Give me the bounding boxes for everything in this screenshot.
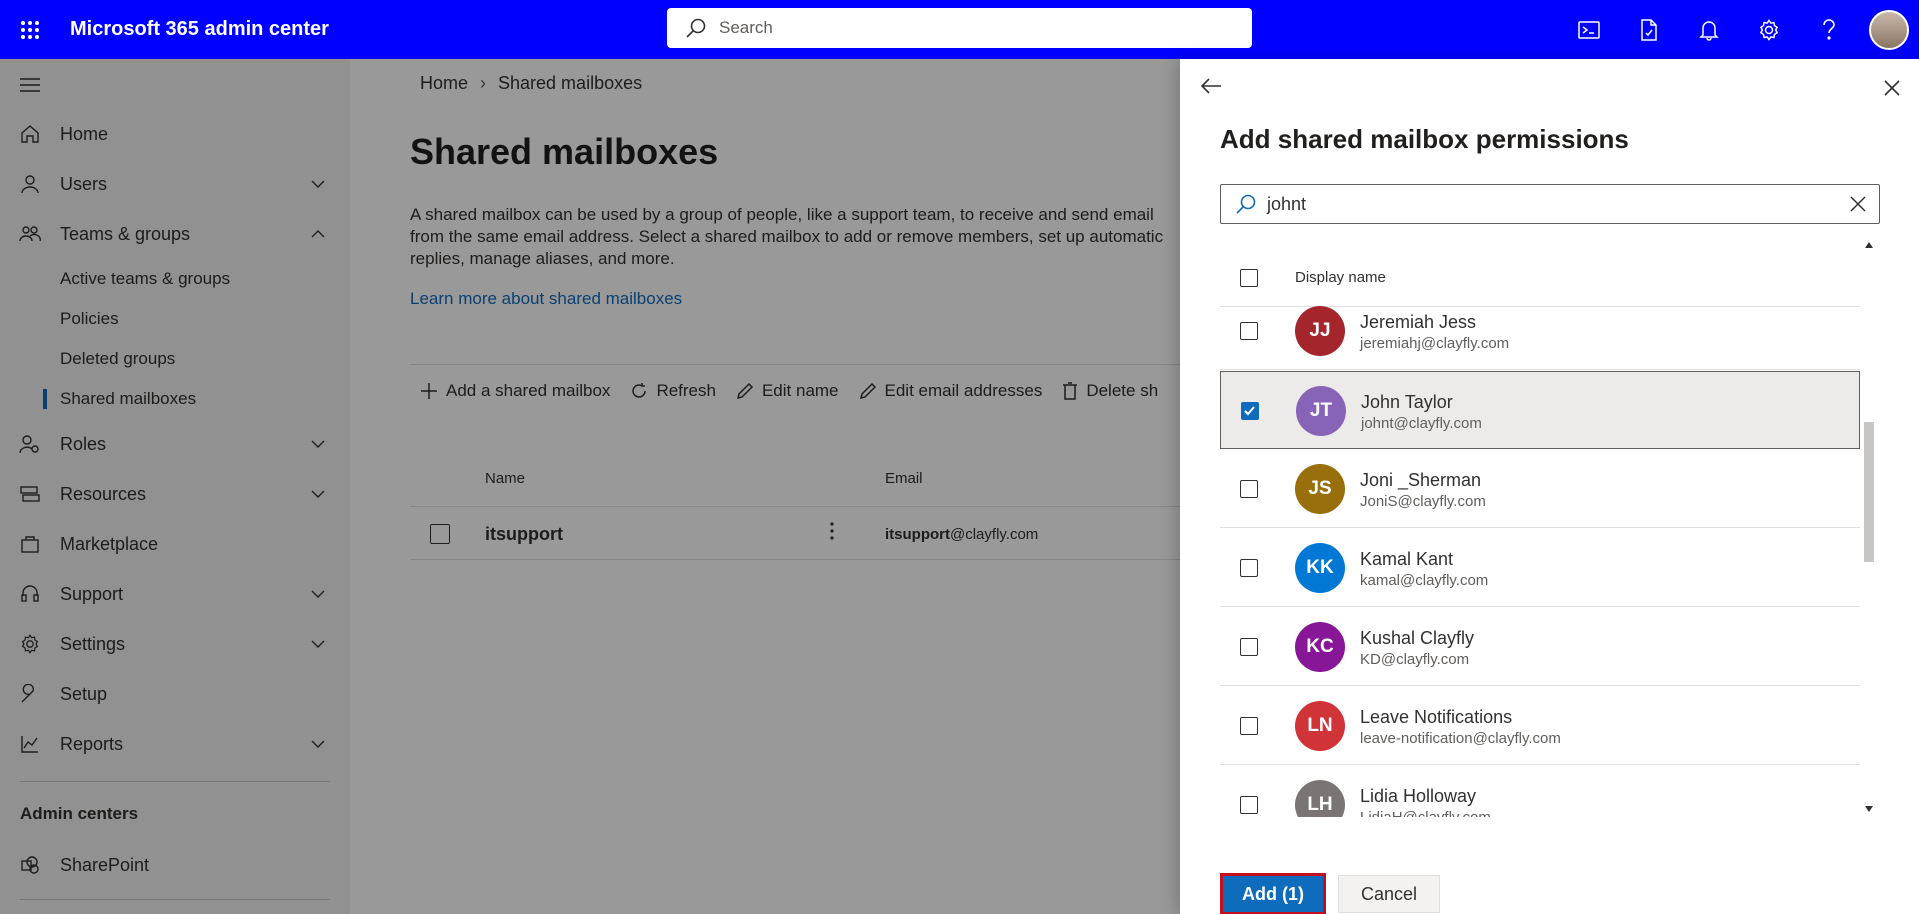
user-email: johnt@clayfly.com (1361, 415, 1482, 432)
user-avatar: KK (1295, 543, 1345, 593)
user-row[interactable]: JJ Jeremiah Jess jeremiahj@clayfly.com (1220, 292, 1860, 370)
app-title[interactable]: Microsoft 365 admin center (70, 18, 329, 41)
user-display-name: Jeremiah Jess (1360, 312, 1477, 332)
user-checkbox[interactable] (1240, 796, 1258, 814)
member-search-input[interactable]: johnt (1220, 184, 1880, 224)
search-icon (1236, 194, 1256, 214)
user-checkbox[interactable] (1240, 322, 1258, 340)
user-avatar: LH (1295, 780, 1345, 817)
user-avatar: KC (1295, 622, 1345, 672)
user-email: kamal@clayfly.com (1360, 572, 1489, 589)
modal-overlay[interactable] (350, 59, 1180, 914)
user-display-name: Kushal Clayfly (1360, 628, 1475, 648)
document-icon[interactable] (1619, 0, 1679, 59)
user-email: KD@clayfly.com (1360, 651, 1470, 668)
search-value: johnt (1267, 193, 1307, 214)
app-launcher-icon[interactable] (0, 0, 59, 59)
global-search-input[interactable]: Search (667, 8, 1252, 48)
checkmark-icon (1244, 406, 1255, 416)
scrollbar-thumb[interactable] (1864, 422, 1874, 562)
user-checkbox[interactable] (1240, 717, 1258, 735)
user-checkbox[interactable] (1240, 559, 1258, 577)
user-email: jeremiahj@clayfly.com (1360, 335, 1510, 352)
search-icon (686, 18, 706, 38)
user-email: LidiaH@clayfly.com (1360, 809, 1491, 817)
column-header-display-name[interactable]: Display name (1295, 269, 1386, 286)
search-placeholder: Search (719, 18, 773, 37)
back-arrow-icon[interactable] (1200, 77, 1222, 100)
user-row[interactable]: LH Lidia Holloway LidiaH@clayfly.com (1220, 766, 1860, 817)
close-icon[interactable] (1883, 79, 1901, 102)
modal-overlay[interactable] (0, 59, 350, 914)
user-display-name: John Taylor (1361, 392, 1453, 412)
user-row[interactable]: JT John Taylor johnt@clayfly.com (1220, 371, 1860, 449)
scroll-down-arrow-icon[interactable] (1864, 805, 1874, 813)
cancel-button[interactable]: Cancel (1338, 875, 1440, 913)
user-display-name: Joni _Sherman (1360, 470, 1482, 490)
user-avatar: LN (1295, 701, 1345, 751)
user-avatar[interactable] (1869, 9, 1909, 50)
user-row[interactable]: KC Kushal Clayfly KD@clayfly.com (1220, 608, 1860, 686)
scroll-up-arrow-icon[interactable] (1864, 241, 1874, 249)
add-permissions-panel: Add shared mailbox permissions johnt Dis… (1180, 59, 1919, 914)
user-avatar: JT (1296, 386, 1346, 436)
user-email: JoniS@clayfly.com (1360, 493, 1486, 510)
user-avatar: JJ (1295, 306, 1345, 356)
user-row[interactable]: KK Kamal Kant kamal@clayfly.com (1220, 529, 1860, 607)
help-icon[interactable] (1799, 0, 1859, 59)
terminal-icon[interactable] (1559, 0, 1619, 59)
clear-search-icon[interactable] (1849, 195, 1867, 218)
add-button[interactable]: Add (1) (1220, 873, 1326, 914)
user-row[interactable]: JS Joni _Sherman JoniS@clayfly.com (1220, 450, 1860, 528)
panel-title: Add shared mailbox permissions (1220, 124, 1629, 154)
user-display-name: Lidia Holloway (1360, 786, 1477, 806)
list-scrollbar[interactable] (1860, 237, 1878, 817)
gear-icon[interactable] (1739, 0, 1799, 59)
bell-icon[interactable] (1679, 0, 1739, 59)
user-list: Display name JJ Jeremiah Jess jeremiahj@cl… (1220, 237, 1860, 817)
user-checkbox[interactable] (1241, 402, 1259, 420)
user-email: leave-notification@clayfly.com (1360, 730, 1561, 747)
user-avatar: JS (1295, 464, 1345, 514)
user-checkbox[interactable] (1240, 480, 1258, 498)
user-checkbox[interactable] (1240, 638, 1258, 656)
user-display-name: Leave Notifications (1360, 707, 1513, 727)
user-display-name: Kamal Kant (1360, 549, 1454, 569)
top-bar: Microsoft 365 admin center Search (0, 0, 1919, 59)
select-all-checkbox[interactable] (1240, 269, 1258, 287)
user-row[interactable]: LN Leave Notifications leave-notification@… (1220, 687, 1860, 765)
